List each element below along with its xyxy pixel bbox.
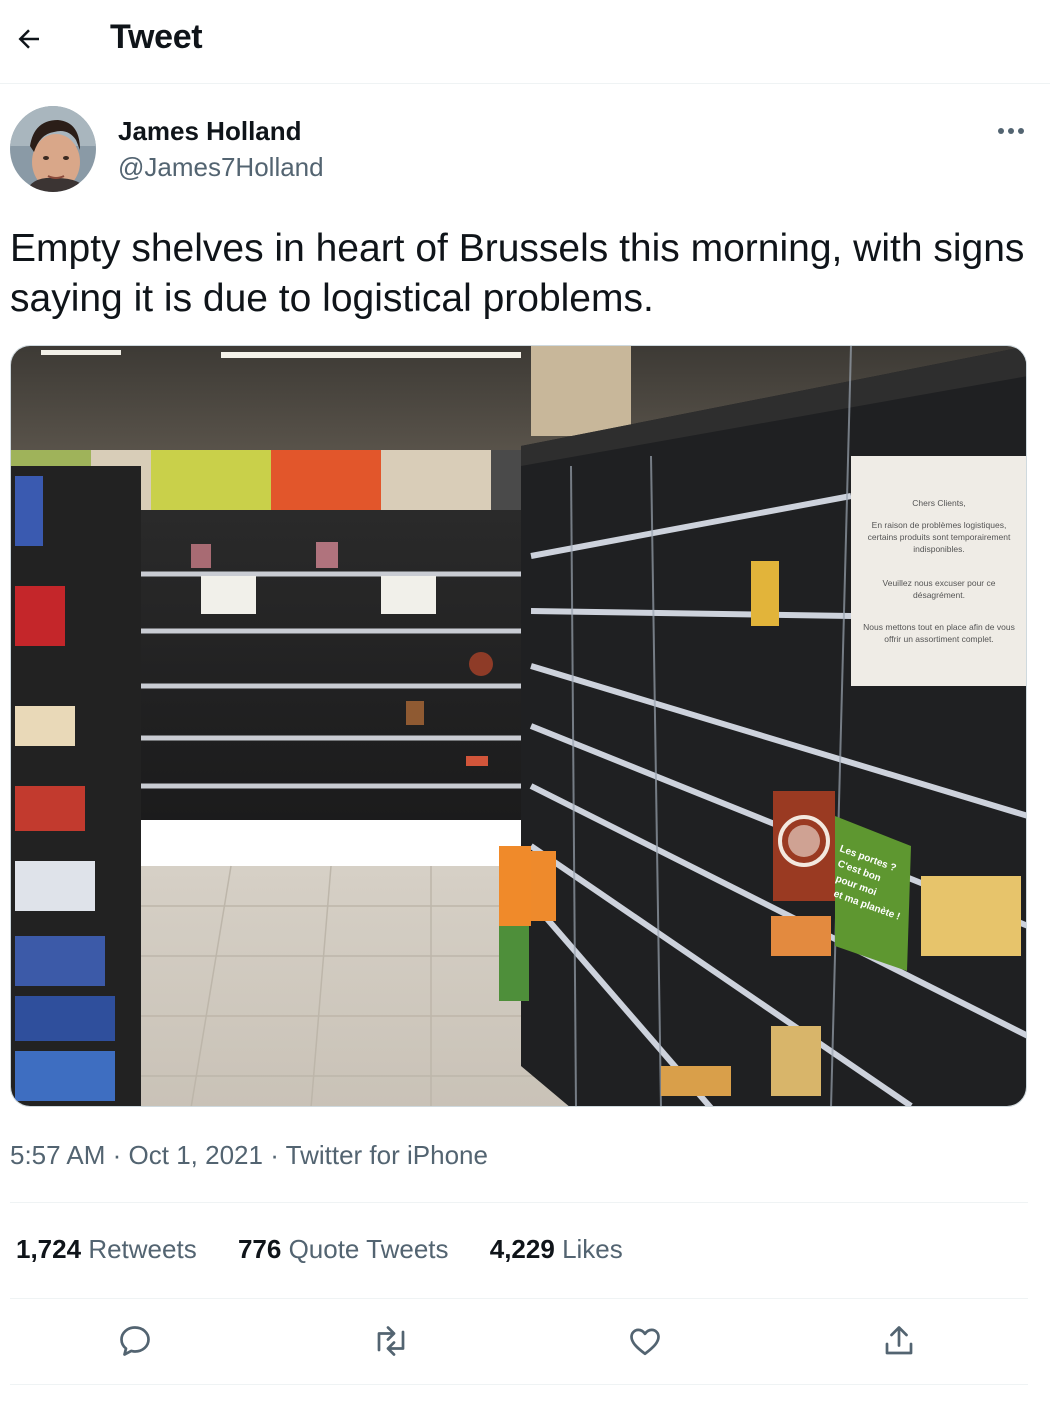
meta-separator: · <box>270 1140 279 1170</box>
share-icon <box>885 1326 913 1355</box>
tweet-meta: 5:57 AM · Oct 1, 2021 · Twitter for iPho… <box>10 1140 488 1171</box>
tweet-source[interactable]: Twitter for iPhone <box>286 1140 488 1170</box>
tweet-date[interactable]: Oct 1, 2021 <box>129 1140 263 1170</box>
svg-text:Nous mettons tout en place afi: Nous mettons tout en place afin de vous <box>863 622 1015 632</box>
divider <box>10 1384 1028 1385</box>
author-name[interactable]: James Holland <box>118 116 302 147</box>
likes-stat[interactable]: 4,229 Likes <box>490 1234 623 1265</box>
divider <box>10 1298 1028 1299</box>
reply-icon <box>120 1326 150 1356</box>
reply-button[interactable] <box>114 1320 156 1362</box>
svg-text:En raison de problèmes logisti: En raison de problèmes logistiques, <box>872 520 1007 530</box>
likes-count: 4,229 <box>489 1234 555 1264</box>
more-options-button[interactable] <box>990 114 1032 148</box>
svg-text:certains produits sont tempora: certains produits sont temporairement <box>868 532 1011 542</box>
svg-text:indisponibles.: indisponibles. <box>913 544 965 554</box>
divider <box>10 1202 1028 1203</box>
tweet-stats: 1,724 Retweets 776 Quote Tweets 4,229 Li… <box>16 1234 657 1265</box>
avatar[interactable] <box>10 106 96 192</box>
tweet-text: Empty shelves in heart of Brussels this … <box>10 227 1025 320</box>
tweet-time[interactable]: 5:57 AM <box>10 1140 105 1170</box>
like-icon <box>630 1328 660 1356</box>
retweets-label: Retweets <box>88 1234 197 1264</box>
svg-text:offrir un assortiment complet.: offrir un assortiment complet. <box>884 634 993 644</box>
share-button[interactable] <box>878 1320 920 1362</box>
retweets-count: 1,724 <box>16 1234 82 1264</box>
quote-tweets-count: 776 <box>237 1234 282 1264</box>
page-header: Tweet <box>0 0 1050 84</box>
tweet-photo[interactable]: Chers Clients, En raison de problèmes lo… <box>10 345 1027 1107</box>
quote-tweets-label: Quote Tweets <box>288 1234 449 1264</box>
arrow-left-icon <box>18 29 39 49</box>
svg-text:Chers Clients,: Chers Clients, <box>912 498 965 508</box>
svg-text:Veuillez nous excuser pour ce: Veuillez nous excuser pour ce <box>883 578 996 588</box>
more-icon <box>998 128 1024 134</box>
page-title: Tweet <box>110 18 203 56</box>
quote-tweets-stat[interactable]: 776 Quote Tweets <box>238 1234 449 1265</box>
back-button[interactable] <box>10 20 48 58</box>
retweet-icon <box>377 1326 405 1356</box>
likes-label: Likes <box>562 1234 623 1264</box>
author-handle[interactable]: @James7Holland <box>118 152 324 183</box>
retweet-button[interactable] <box>370 1320 412 1362</box>
retweets-stat[interactable]: 1,724 Retweets <box>16 1234 197 1265</box>
meta-separator: · <box>112 1140 122 1170</box>
svg-text:désagrément.: désagrément. <box>913 590 965 600</box>
like-button[interactable] <box>624 1320 666 1362</box>
